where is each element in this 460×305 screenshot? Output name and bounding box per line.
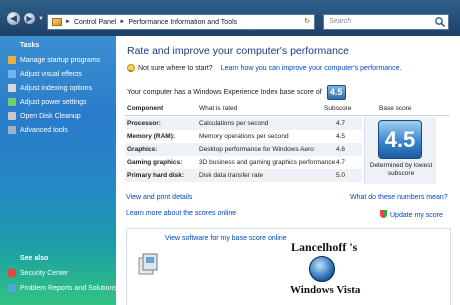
table-row: Memory (RAM): Memory operations per seco… [125, 130, 362, 143]
row-rated: Disk data transfer rate [199, 172, 263, 179]
table-row: Primary hard disk: Disk data transfer ra… [125, 169, 362, 182]
row-subscore: 4.7 [336, 120, 346, 127]
row-component: Memory (RAM): [127, 133, 176, 140]
base-score-panel: 4.5 Determined by lowest subscore [364, 117, 436, 184]
brand-title: Lancelhoff 's [291, 240, 358, 254]
header-base: Base score [379, 105, 412, 112]
update-score-label: Update my score [390, 212, 443, 219]
sidebar-item-label: Advanced tools [20, 126, 68, 134]
indexing-icon [8, 84, 16, 92]
sidebar-item-advanced-tools[interactable]: Advanced tools [8, 126, 68, 134]
sidebar-item-visual-effects[interactable]: Adjust visual effects [8, 70, 82, 78]
startup-icon [8, 56, 16, 64]
table-row: Graphics: Desktop performance for Window… [125, 143, 362, 156]
breadcrumb-separator-icon: ► [119, 19, 126, 25]
base-score-text: Your computer has a Windows Experience I… [127, 89, 322, 96]
brand-name: Windows Vista [290, 284, 361, 296]
sidebar-item-label: Adjust visual effects [20, 70, 82, 78]
determined-by-text: Determined by lowest subscore [369, 162, 433, 177]
control-panel-icon [52, 18, 62, 26]
lightbulb-icon [126, 64, 135, 73]
recent-pages-dropdown[interactable]: ▼ [38, 16, 44, 22]
address-toolbar: ◀ ▶ ▼ ► Control Panel ► Performance Info… [0, 0, 460, 36]
row-component: Primary hard disk: [127, 172, 185, 179]
header-rated: What is rated [199, 105, 238, 112]
sidebar-item-label: Adjust power settings [20, 98, 87, 106]
learn-improve-link[interactable]: Learn how you can improve your computer'… [221, 65, 402, 72]
learn-scores-online-link[interactable]: Learn more about the scores online [126, 210, 236, 217]
table-row: Processor: Calculations per second 4.7 [125, 117, 362, 130]
update-score-button[interactable]: Update my score [380, 210, 443, 219]
base-score-line: Your computer has a Windows Experience I… [127, 85, 346, 100]
base-score-badge: 4.5 [326, 85, 346, 100]
row-rated: Desktop performance for Windows Aero [199, 146, 314, 153]
problem-reports-icon [8, 284, 16, 292]
sidebar-item-indexing[interactable]: Adjust indexing options [8, 84, 92, 92]
sidebar-item-power[interactable]: Adjust power settings [8, 98, 87, 106]
header-subscore: Subscore [324, 105, 352, 112]
breadcrumb-separator-icon: ► [65, 19, 71, 25]
tip-line: Not sure where to start? Learn how you c… [126, 64, 401, 73]
tasks-pane: Tasks Manage startup programs Adjust vis… [0, 36, 117, 305]
table-row: Gaming graphics: 3D business and gaming … [125, 156, 362, 169]
view-software-link[interactable]: View software for my base score online [165, 235, 287, 242]
score-table: Component What is rated Subscore Base sc… [125, 105, 450, 184]
refresh-icon[interactable]: ↻ [302, 17, 312, 27]
row-component: Graphics: [127, 146, 158, 153]
visual-effects-icon [8, 70, 16, 78]
sidebar-item-label: Manage startup programs [20, 56, 101, 64]
software-box-icon [138, 253, 158, 275]
sidebar-item-label: Problem Reports and Solutions [20, 284, 117, 292]
forward-button[interactable]: ▶ [23, 12, 36, 25]
view-print-details-link[interactable]: View and print details [126, 194, 192, 201]
sidebar-item-label: Adjust indexing options [20, 84, 92, 92]
row-rated: Memory operations per second [199, 133, 289, 140]
tip-text: Not sure where to start? [138, 65, 213, 72]
search-placeholder: Search [329, 18, 352, 25]
base-score-big-badge: 4.5 [378, 120, 422, 159]
breadcrumb-performance[interactable]: Performance Information and Tools [128, 19, 237, 26]
power-icon [8, 98, 16, 106]
main-content: Rate and improve your computer's perform… [116, 36, 460, 305]
disk-cleanup-icon [8, 112, 16, 120]
see-also-title: See also [20, 255, 49, 262]
software-panel: View software for my base score online L… [126, 228, 451, 305]
row-rated: Calculations per second [199, 120, 269, 127]
what-numbers-mean-link[interactable]: What do these numbers mean? [350, 194, 448, 201]
row-subscore: 4.6 [336, 146, 346, 153]
tasks-title: Tasks [20, 42, 40, 49]
row-rated: 3D business and gaming graphics performa… [199, 159, 336, 166]
sidebar-item-label: Open Disk Cleanup [20, 112, 81, 120]
row-subscore: 4.7 [336, 159, 346, 166]
sidebar-item-security-center[interactable]: Security Center [8, 269, 68, 277]
address-bar[interactable]: ► Control Panel ► Performance Informatio… [47, 14, 315, 30]
row-subscore: 5.0 [336, 172, 346, 179]
search-icon[interactable] [434, 16, 446, 28]
row-component: Processor: [127, 120, 161, 127]
back-button[interactable]: ◀ [6, 11, 21, 26]
sidebar-item-label: Security Center [20, 269, 69, 277]
table-header: Component What is rated Subscore Base sc… [125, 105, 450, 116]
security-center-icon [8, 269, 16, 277]
search-input[interactable]: Search [323, 14, 449, 30]
breadcrumb-control-panel[interactable]: Control Panel [74, 19, 116, 26]
sidebar-item-disk-cleanup[interactable]: Open Disk Cleanup [8, 112, 81, 120]
windows-logo-icon [309, 256, 335, 282]
sidebar-item-problem-reports[interactable]: Problem Reports and Solutions [8, 284, 117, 292]
shield-icon [380, 210, 387, 218]
advanced-tools-icon [8, 126, 16, 134]
row-subscore: 4.5 [336, 133, 346, 140]
header-component: Component [127, 105, 164, 112]
page-title: Rate and improve your computer's perform… [127, 45, 350, 57]
sidebar-item-startup[interactable]: Manage startup programs [8, 56, 100, 64]
row-component: Gaming graphics: [127, 159, 183, 166]
